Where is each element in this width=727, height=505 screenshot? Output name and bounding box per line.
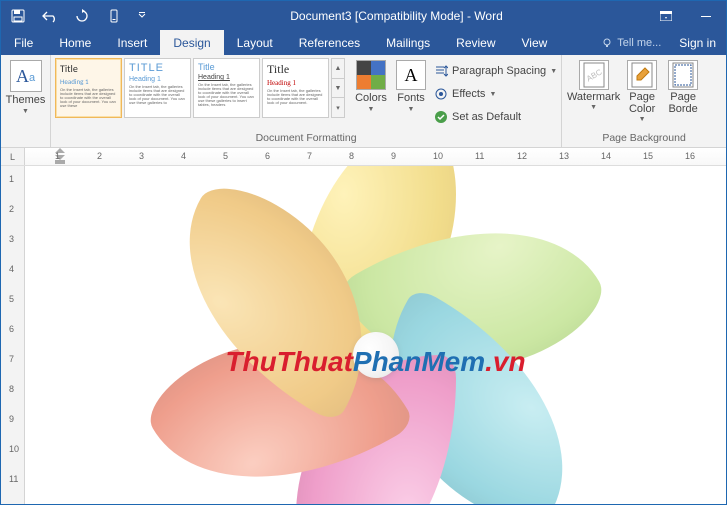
gallery-down-button[interactable]: ▼ [332,79,344,99]
lightbulb-icon [601,37,613,49]
effects-icon [434,87,448,101]
group-themes: Aa Themes ▼ [1,55,51,147]
chevron-down-icon: ▼ [368,106,375,113]
style-set-item[interactable]: TITLE Heading 1 On the Insert tab, the g… [124,58,191,118]
ribbon: Aa Themes ▼ Title Heading 1 On the Inser… [1,55,726,148]
chevron-down-icon: ▼ [408,106,415,113]
tab-review[interactable]: Review [443,30,508,55]
sign-in-link[interactable]: Sign in [669,30,726,55]
touch-mode-icon[interactable] [105,7,123,25]
tab-file[interactable]: File [1,30,46,55]
ribbon-display-icon[interactable] [646,1,686,30]
tab-insert[interactable]: Insert [104,30,160,55]
redo-icon[interactable] [73,7,91,25]
tab-mailings[interactable]: Mailings [373,30,443,55]
group-label: Page Background [562,130,726,147]
document-page[interactable]: ThuThuatPhanMem.vn [25,166,726,504]
paragraph-spacing-icon [434,64,448,78]
qat-customize-icon[interactable] [137,7,147,25]
watermark-button[interactable]: ABC Watermark ▼ [566,58,621,111]
group-document-formatting: Title Heading 1 On the Insert tab, the g… [51,55,562,147]
ribbon-tabs: File Home Insert Design Layout Reference… [1,30,726,55]
document-area: 1234567891011 ThuThuatPhanMem.vn [1,166,726,504]
title-bar: Document3 [Compatibility Mode] - Word [1,1,726,30]
horizontal-ruler[interactable]: L 12345678910111213141516 [1,148,726,166]
checkmark-icon [434,110,448,124]
effects-button[interactable]: Effects ▼ [434,84,557,104]
tab-home[interactable]: Home [46,30,104,55]
chevron-down-icon: ▼ [590,104,597,111]
chevron-down-icon: ▼ [639,116,646,123]
page-color-icon [627,60,657,90]
page-color-button[interactable]: Page Color ▼ [621,58,663,123]
chevron-down-icon: ▼ [489,91,496,98]
background-image [96,166,656,504]
undo-icon[interactable] [41,7,59,25]
chevron-down-icon: ▼ [550,68,557,75]
page-borders-icon [668,60,698,90]
tab-design[interactable]: Design [160,30,223,55]
watermark-icon: ABC [579,60,609,90]
gallery-more-button[interactable]: ▾ [332,98,344,117]
fonts-button[interactable]: A Fonts ▼ [391,58,431,113]
paragraph-spacing-button[interactable]: Paragraph Spacing ▼ [434,61,557,81]
group-label: Document Formatting [51,130,561,147]
themes-button[interactable]: Aa Themes ▼ [5,58,46,115]
chevron-down-icon: ▼ [22,108,29,115]
set-as-default-button[interactable]: Set as Default [434,107,557,127]
window-title: Document3 [Compatibility Mode] - Word [147,9,646,23]
ruler-tab-selector[interactable]: L [1,148,25,165]
save-icon[interactable] [9,7,27,25]
colors-button[interactable]: Colors ▼ [351,58,391,113]
group-page-background: ABC Watermark ▼ Page Color ▼ Page Borde … [562,55,726,147]
vertical-ruler[interactable]: 1234567891011 [1,166,25,504]
gallery-up-button[interactable]: ▲ [332,59,344,79]
tab-references[interactable]: References [286,30,373,55]
fonts-icon: A [396,60,426,90]
style-set-item[interactable]: Title Heading 1 On the Insert tab, the g… [55,58,122,118]
tell-me-search[interactable]: Tell me... [593,30,669,55]
style-set-item[interactable]: Title Heading 1 On the Insert tab, the g… [193,58,260,118]
style-set-item[interactable]: Title Heading 1 On the Insert tab, the g… [262,58,329,118]
style-set-gallery: Title Heading 1 On the Insert tab, the g… [55,58,345,118]
minimize-button[interactable] [686,1,726,30]
tab-layout[interactable]: Layout [224,30,286,55]
gallery-scroll: ▲ ▼ ▾ [331,58,345,118]
page-borders-button[interactable]: Page Borde [663,58,703,115]
document-text[interactable]: ThuThuatPhanMem.vn [225,346,525,378]
colors-icon [356,60,386,90]
tab-view[interactable]: View [509,30,561,55]
